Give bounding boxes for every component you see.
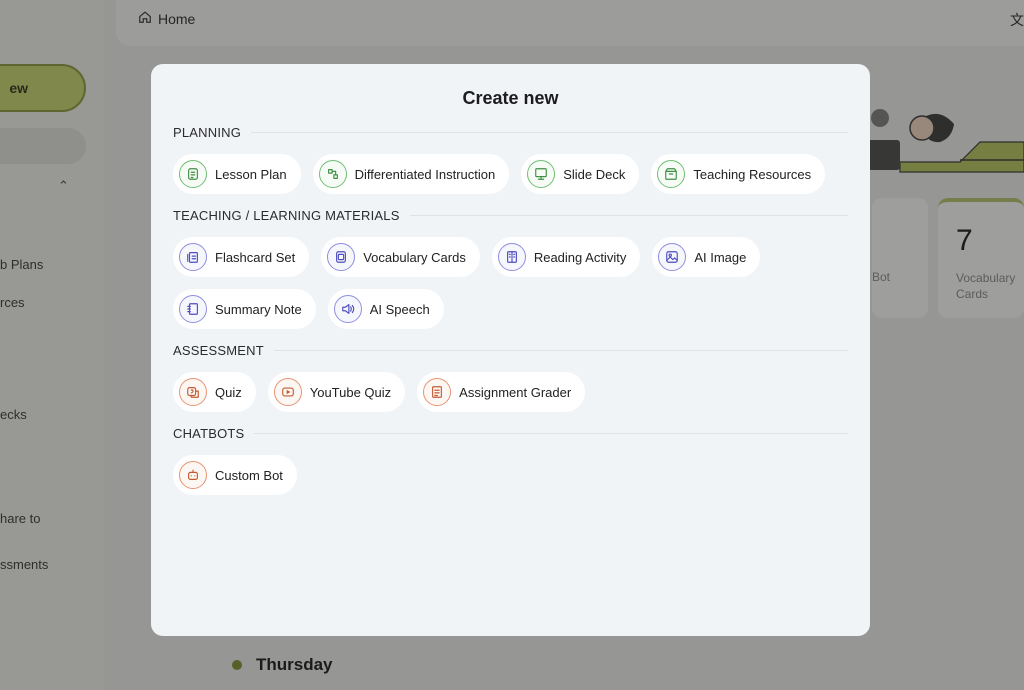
quiz-icon bbox=[179, 378, 207, 406]
option-label: AI Speech bbox=[369, 301, 430, 317]
option-teaching-resources-button[interactable]: Teaching Resources bbox=[651, 154, 826, 194]
vocabulary-cards-icon bbox=[327, 243, 356, 271]
section-label: TEACHING / LEARNING MATERIALS bbox=[173, 208, 400, 223]
option-list: Custom Bot bbox=[173, 455, 848, 495]
create-new-modal: Create new PLANNING Lesson Plan Differenti… bbox=[151, 64, 870, 636]
resources-box-icon bbox=[657, 160, 686, 188]
option-label: Summary Note bbox=[215, 301, 302, 317]
option-label: YouTube Quiz bbox=[309, 384, 392, 400]
section-planning: PLANNING Lesson Plan Differentiated Instru… bbox=[173, 125, 848, 194]
image-icon bbox=[658, 243, 687, 271]
option-label: Assignment Grader bbox=[459, 384, 572, 400]
option-ai-speech-button[interactable]: AI Speech bbox=[327, 289, 444, 329]
option-quiz-button[interactable]: Quiz bbox=[173, 372, 256, 412]
youtube-icon bbox=[273, 378, 302, 406]
option-differentiated-instruction-button[interactable]: Differentiated Instruction bbox=[312, 154, 510, 194]
option-vocabulary-cards-button[interactable]: Vocabulary Cards bbox=[321, 237, 480, 277]
speaker-icon bbox=[333, 295, 362, 323]
section-divider bbox=[409, 215, 848, 216]
section-label: ASSESSMENT bbox=[173, 343, 264, 358]
section-assessment: ASSESSMENT Quiz YouTube Quiz Assignment Gra… bbox=[173, 343, 848, 412]
section-divider bbox=[254, 433, 848, 434]
section-chatbots: CHATBOTS Custom Bot bbox=[173, 426, 848, 495]
grader-icon bbox=[423, 378, 452, 406]
bot-icon bbox=[179, 461, 207, 489]
option-label: Lesson Plan bbox=[215, 166, 287, 182]
option-label: Quiz bbox=[215, 384, 242, 400]
option-ai-image-button[interactable]: AI Image bbox=[652, 237, 761, 277]
option-youtube-quiz-button[interactable]: YouTube Quiz bbox=[267, 372, 406, 412]
section-teaching-learning-materials: TEACHING / LEARNING MATERIALS Flashcard S… bbox=[173, 208, 848, 329]
option-summary-note-button[interactable]: Summary Note bbox=[173, 289, 316, 329]
option-label: Custom Bot bbox=[215, 467, 283, 483]
option-label: Slide Deck bbox=[563, 166, 626, 182]
option-label: AI Image bbox=[694, 249, 747, 265]
modal-sections: PLANNING Lesson Plan Differentiated Instru… bbox=[173, 125, 848, 495]
option-assignment-grader-button[interactable]: Assignment Grader bbox=[417, 372, 586, 412]
modal-title: Create new bbox=[462, 88, 559, 108]
option-label: Flashcard Set bbox=[215, 249, 296, 265]
option-lesson-plan-button[interactable]: Lesson Plan bbox=[173, 154, 301, 194]
option-flashcard-set-button[interactable]: Flashcard Set bbox=[173, 237, 310, 277]
option-slide-deck-button[interactable]: Slide Deck bbox=[521, 154, 640, 194]
option-reading-activity-button[interactable]: Reading Activity bbox=[491, 237, 641, 277]
option-label: Differentiated Instruction bbox=[354, 166, 496, 182]
differentiate-icon bbox=[318, 160, 347, 188]
section-label: CHATBOTS bbox=[173, 426, 245, 441]
section-header: CHATBOTS bbox=[173, 426, 848, 441]
option-list: Flashcard Set Vocabulary Cards Reading Act… bbox=[173, 237, 848, 329]
option-list: Lesson Plan Differentiated Instruction Sli… bbox=[173, 154, 848, 194]
flashcard-icon bbox=[179, 243, 207, 271]
option-label: Vocabulary Cards bbox=[363, 249, 466, 265]
book-icon bbox=[497, 243, 526, 271]
section-label: PLANNING bbox=[173, 125, 242, 140]
presentation-icon bbox=[527, 160, 556, 188]
section-divider bbox=[251, 132, 848, 133]
option-list: Quiz YouTube Quiz Assignment Grader bbox=[173, 372, 848, 412]
section-header: PLANNING bbox=[173, 125, 848, 140]
section-header: ASSESSMENT bbox=[173, 343, 848, 358]
section-divider bbox=[273, 350, 848, 351]
section-header: TEACHING / LEARNING MATERIALS bbox=[173, 208, 848, 223]
lesson-plan-icon bbox=[179, 160, 207, 188]
notebook-icon bbox=[179, 295, 207, 323]
option-label: Teaching Resources bbox=[693, 166, 812, 182]
option-label: Reading Activity bbox=[533, 249, 627, 265]
option-custom-bot-button[interactable]: Custom Bot bbox=[173, 455, 297, 495]
